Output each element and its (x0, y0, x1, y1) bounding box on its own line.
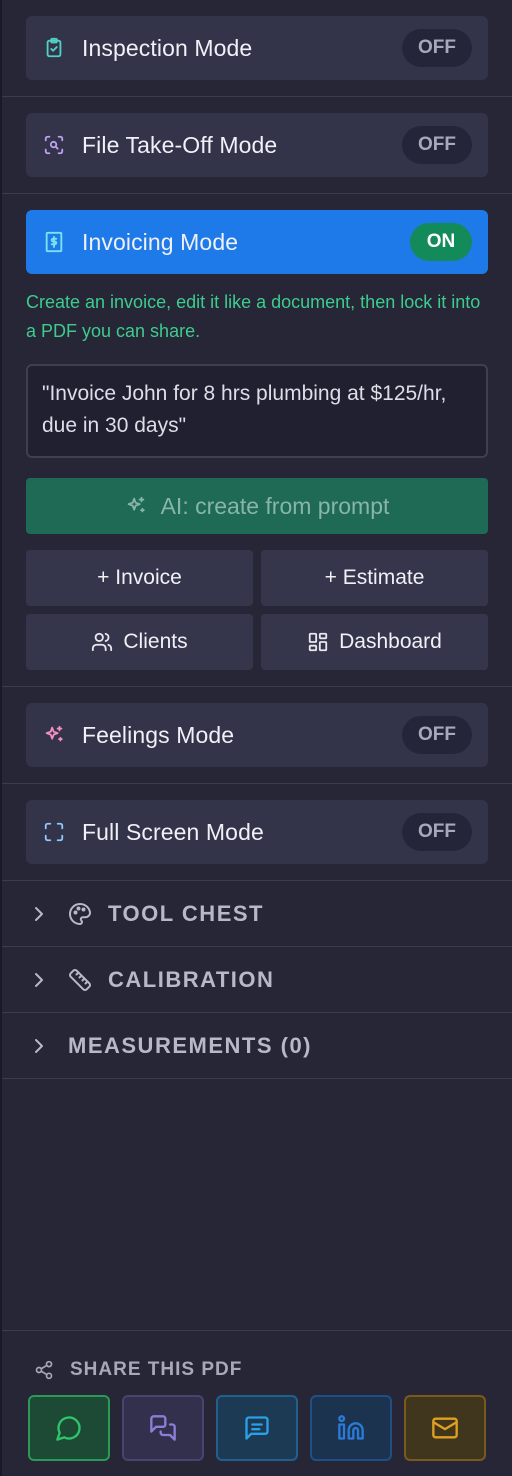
clients-button[interactable]: Clients (26, 614, 253, 670)
feelings-mode-row[interactable]: Feelings Mode OFF (26, 703, 488, 767)
share-linkedin-button[interactable] (310, 1395, 392, 1461)
share-buttons (28, 1395, 488, 1461)
messages-icon (149, 1414, 177, 1442)
inspection-mode-section: Inspection Mode OFF (2, 0, 512, 97)
inspection-mode-row[interactable]: Inspection Mode OFF (26, 16, 488, 80)
invoice-prompt-input[interactable]: "Invoice John for 8 hrs plumbing at $125… (26, 364, 488, 458)
invoicing-mode-row[interactable]: Invoicing Mode ON (26, 210, 488, 274)
measurements-section-header[interactable]: MEASUREMENTS (0) (2, 1013, 512, 1079)
ruler-icon (68, 968, 94, 992)
clients-label: Clients (123, 630, 188, 653)
message-square-icon (243, 1414, 271, 1442)
new-invoice-button[interactable]: + Invoice (26, 550, 253, 606)
scan-search-icon (42, 133, 66, 157)
share-icon (34, 1360, 54, 1380)
calibration-section-header[interactable]: CALIBRATION (2, 947, 512, 1013)
inspection-mode-toggle[interactable]: OFF (402, 29, 472, 67)
invoicing-mode-section: Invoicing Mode ON Create an invoice, edi… (2, 194, 512, 687)
palette-icon (68, 902, 94, 926)
mail-icon (431, 1414, 459, 1442)
share-sms-button[interactable] (216, 1395, 298, 1461)
chevron-right-icon (32, 1037, 48, 1055)
fullscreen-mode-toggle[interactable]: OFF (402, 813, 472, 851)
linkedin-icon (337, 1414, 365, 1442)
users-icon (91, 631, 113, 653)
inspection-mode-label: Inspection Mode (82, 34, 253, 61)
tool-chest-label: TOOL CHEST (108, 900, 264, 926)
measurements-label: MEASUREMENTS (0) (68, 1032, 313, 1058)
invoicing-actions: + Invoice + Estimate Clients Dashboard (26, 550, 488, 670)
share-section: SHARE THIS PDF (2, 1330, 512, 1476)
takeoff-mode-row[interactable]: File Take-Off Mode OFF (26, 113, 488, 177)
layout-grid-icon (307, 631, 329, 653)
dashboard-button[interactable]: Dashboard (261, 614, 488, 670)
sparkles-icon (42, 723, 66, 747)
invoicing-description: Create an invoice, edit it like a docume… (26, 292, 481, 341)
new-invoice-label: + Invoice (97, 566, 182, 589)
ai-create-label: AI: create from prompt (160, 492, 390, 519)
feelings-mode-toggle[interactable]: OFF (402, 716, 472, 754)
chevron-right-icon (32, 971, 48, 989)
maximize-icon (42, 820, 66, 844)
fullscreen-mode-section: Full Screen Mode OFF (2, 784, 512, 881)
takeoff-mode-toggle[interactable]: OFF (402, 126, 472, 164)
calibration-label: CALIBRATION (108, 966, 275, 992)
ai-create-button[interactable]: AI: create from prompt (26, 478, 488, 534)
share-chat-button[interactable] (122, 1395, 204, 1461)
new-estimate-button[interactable]: + Estimate (261, 550, 488, 606)
whatsapp-icon (55, 1414, 83, 1442)
receipt-dollar-icon (42, 230, 66, 254)
feelings-mode-section: Feelings Mode OFF (2, 687, 512, 784)
takeoff-mode-section: File Take-Off Mode OFF (2, 97, 512, 194)
fullscreen-mode-label: Full Screen Mode (82, 818, 264, 845)
dashboard-label: Dashboard (339, 630, 442, 653)
share-email-button[interactable] (404, 1395, 486, 1461)
invoicing-mode-label: Invoicing Mode (82, 228, 239, 255)
share-title: SHARE THIS PDF (34, 1359, 488, 1381)
chevron-right-icon (32, 905, 48, 923)
clipboard-check-icon (42, 36, 66, 60)
invoicing-mode-toggle[interactable]: ON (410, 223, 472, 261)
fullscreen-mode-row[interactable]: Full Screen Mode OFF (26, 800, 488, 864)
sparkles-icon (125, 495, 147, 517)
sidebar-panel: Inspection Mode OFF File Take-Off Mode O… (0, 0, 512, 1476)
share-title-label: SHARE THIS PDF (70, 1359, 243, 1380)
new-estimate-label: + Estimate (324, 566, 425, 589)
takeoff-mode-label: File Take-Off Mode (82, 131, 278, 158)
feelings-mode-label: Feelings Mode (82, 721, 235, 748)
share-whatsapp-button[interactable] (28, 1395, 110, 1461)
tool-chest-section-header[interactable]: TOOL CHEST (2, 881, 512, 947)
